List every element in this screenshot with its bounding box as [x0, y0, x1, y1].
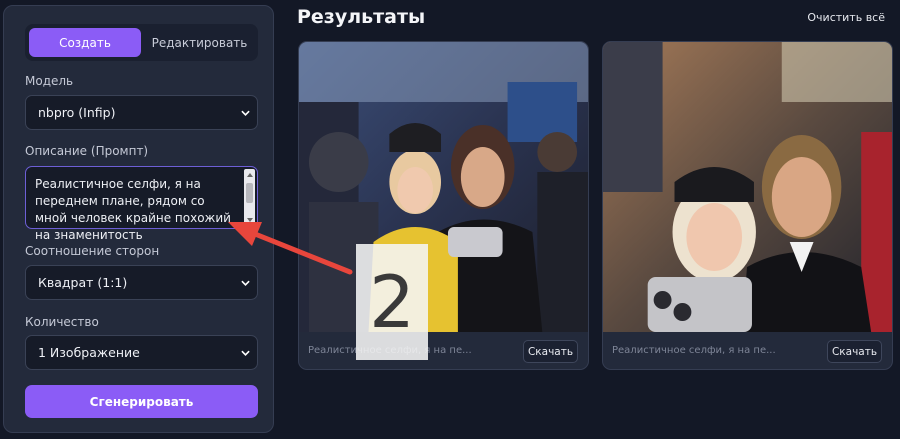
model-select[interactable]: nbpro (Infip) [25, 95, 258, 130]
tab-edit[interactable]: Редактировать [145, 28, 254, 57]
download-button[interactable]: Скачать [827, 340, 882, 363]
page-title: Результаты [297, 6, 426, 28]
model-select-value: nbpro (Infip) [38, 105, 116, 120]
result-caption: Реалистичное селфи, я на пе... [612, 345, 776, 356]
mode-tabs: Создать Редактировать [25, 24, 258, 61]
aspect-select-value: Квадрат (1:1) [38, 275, 128, 290]
result-image[interactable] [603, 42, 892, 332]
scroll-down-icon[interactable] [247, 218, 253, 222]
count-select-value: 1 Изображение [38, 345, 140, 360]
chevron-down-icon [241, 110, 250, 116]
aspect-select[interactable]: Квадрат (1:1) [25, 265, 258, 300]
aspect-label: Соотношение сторон [25, 244, 160, 258]
tab-create[interactable]: Создать [29, 28, 141, 57]
chevron-down-icon [241, 280, 250, 286]
prompt-scrollbar[interactable] [244, 169, 255, 226]
result-card: Реалистичное селфи, я на пе... Скачать [602, 41, 893, 370]
prompt-textarea[interactable]: Реалистичное селфи, я на переднем плане,… [25, 166, 258, 242]
clear-all-button[interactable]: Очистить всё [807, 11, 885, 24]
scroll-up-icon[interactable] [247, 173, 253, 177]
prompt-label: Описание (Промпт) [25, 144, 149, 158]
prompt-text: Реалистичное селфи, я на переднем плане,… [35, 177, 231, 242]
step-number-label: 2 [356, 244, 428, 360]
result-card: Реалистичное селфи, я на пе... Скачать [298, 41, 589, 370]
count-label: Количество [25, 315, 99, 329]
model-label: Модель [25, 74, 74, 88]
result-image[interactable] [299, 42, 588, 332]
scroll-thumb[interactable] [246, 183, 253, 203]
generate-button[interactable]: Сгенерировать [25, 385, 258, 418]
count-select[interactable]: 1 Изображение [25, 335, 258, 370]
download-button[interactable]: Скачать [523, 340, 578, 363]
chevron-down-icon [241, 350, 250, 356]
settings-panel: Создать Редактировать Модель nbpro (Infi… [3, 5, 274, 433]
